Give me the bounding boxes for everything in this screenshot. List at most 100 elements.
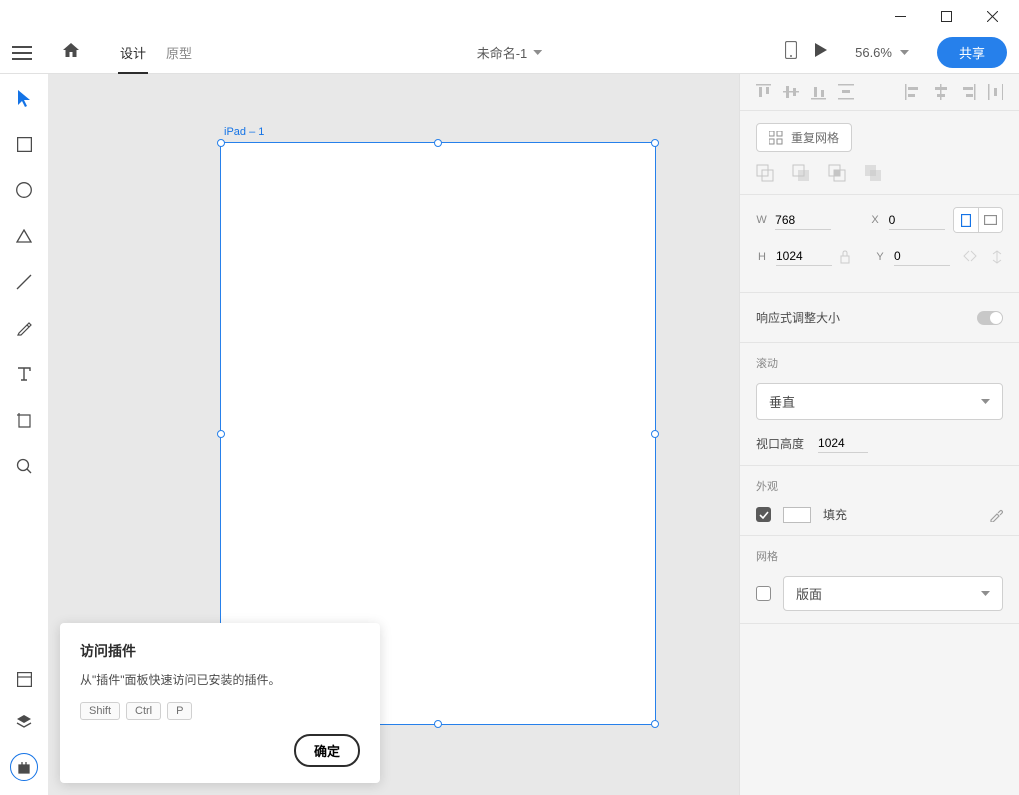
- top-toolbar: 设计 原型 未命名-1 56.6% 共享: [0, 32, 1019, 74]
- tooltip-shortcut: Shift Ctrl P: [80, 702, 360, 720]
- chevron-down-icon: [900, 50, 909, 55]
- fill-label: 填充: [823, 506, 847, 523]
- assets-panel-button[interactable]: [14, 669, 34, 689]
- line-tool[interactable]: [14, 272, 34, 292]
- layers-panel-button[interactable]: [14, 711, 34, 731]
- artboard-tool[interactable]: [14, 410, 34, 430]
- align-vcenter-icon[interactable]: [783, 84, 798, 100]
- window-close-button[interactable]: [969, 0, 1015, 32]
- artboard-label[interactable]: iPad – 1: [224, 126, 264, 138]
- tab-design[interactable]: 设计: [110, 32, 156, 74]
- menu-button[interactable]: [12, 46, 32, 60]
- resize-handle[interactable]: [217, 139, 225, 147]
- grid-checkbox[interactable]: [756, 586, 771, 601]
- resize-handle[interactable]: [434, 720, 442, 728]
- x-input[interactable]: [889, 211, 945, 230]
- plugins-panel-button[interactable]: [10, 753, 38, 781]
- orientation-landscape-button[interactable]: [978, 208, 1002, 232]
- align-bottom-icon[interactable]: [811, 84, 826, 100]
- chevron-down-icon: [981, 399, 990, 404]
- text-tool[interactable]: [14, 364, 34, 384]
- eyedropper-icon[interactable]: [989, 508, 1003, 522]
- device-preview-button[interactable]: [785, 41, 797, 64]
- zoom-value: 56.6%: [855, 45, 892, 60]
- kbd-key: Ctrl: [126, 702, 161, 720]
- orientation-portrait-button[interactable]: [954, 208, 978, 232]
- responsive-toggle[interactable]: [977, 311, 1003, 325]
- height-label: H: [756, 251, 768, 263]
- window-maximize-button[interactable]: [923, 0, 969, 32]
- scroll-select[interactable]: 垂直: [756, 383, 1003, 420]
- appearance-title: 外观: [756, 478, 1003, 494]
- kbd-key: Shift: [80, 702, 120, 720]
- repeat-grid-button[interactable]: 重复网格: [756, 123, 852, 152]
- resize-handle[interactable]: [651, 720, 659, 728]
- y-label: Y: [874, 251, 886, 263]
- grid-select[interactable]: 版面: [783, 576, 1003, 611]
- boolean-add-icon[interactable]: [756, 164, 774, 182]
- ellipse-tool[interactable]: [14, 180, 34, 200]
- kbd-key: P: [167, 702, 192, 720]
- tab-prototype[interactable]: 原型: [156, 32, 202, 74]
- distribute-v-icon[interactable]: [838, 84, 853, 100]
- document-title-dropdown[interactable]: 未命名-1: [477, 43, 543, 62]
- responsive-label: 响应式调整大小: [756, 309, 840, 326]
- document-title-text: 未命名-1: [477, 43, 528, 62]
- home-button[interactable]: [62, 42, 80, 63]
- viewport-height-label: 视口高度: [756, 435, 804, 452]
- height-input[interactable]: [776, 247, 832, 266]
- align-left-icon[interactable]: [905, 84, 920, 100]
- properties-panel: 重复网格 W X H Y: [739, 74, 1019, 795]
- polygon-tool[interactable]: [14, 226, 34, 246]
- zoom-dropdown[interactable]: 56.6%: [845, 41, 919, 64]
- grid-title: 网格: [756, 548, 1003, 564]
- chevron-down-icon: [981, 591, 990, 596]
- resize-handle[interactable]: [217, 430, 225, 438]
- coach-tooltip: 访问插件 从"插件"面板快速访问已安装的插件。 Shift Ctrl P 确定: [60, 623, 380, 783]
- fill-checkbox[interactable]: [756, 507, 771, 522]
- play-button[interactable]: [815, 43, 827, 62]
- scroll-section: 滚动 垂直 视口高度: [740, 343, 1019, 466]
- distribute-h-icon[interactable]: [988, 84, 1003, 100]
- appearance-section: 外观 填充: [740, 466, 1019, 536]
- width-input[interactable]: [775, 211, 831, 230]
- select-tool[interactable]: [14, 88, 34, 108]
- pen-tool[interactable]: [14, 318, 34, 338]
- grid-section: 网格 版面: [740, 536, 1019, 624]
- zoom-tool[interactable]: [14, 456, 34, 476]
- responsive-section: 响应式调整大小: [740, 293, 1019, 343]
- scroll-title: 滚动: [756, 355, 1003, 371]
- align-hcenter-icon[interactable]: [933, 84, 948, 100]
- chevron-down-icon: [533, 50, 542, 55]
- transform-section: W X H Y: [740, 195, 1019, 293]
- share-button[interactable]: 共享: [937, 37, 1007, 68]
- boolean-intersect-icon[interactable]: [828, 164, 846, 182]
- boolean-subtract-icon[interactable]: [792, 164, 810, 182]
- rectangle-tool[interactable]: [14, 134, 34, 154]
- align-right-icon[interactable]: [960, 84, 975, 100]
- align-top-icon[interactable]: [756, 84, 771, 100]
- resize-handle[interactable]: [434, 139, 442, 147]
- tooltip-body: 从"插件"面板快速访问已安装的插件。: [80, 671, 360, 688]
- left-toolbar-bottom: [0, 669, 48, 781]
- x-label: X: [869, 214, 880, 226]
- tooltip-title: 访问插件: [80, 641, 360, 661]
- width-label: W: [756, 214, 767, 226]
- resize-handle[interactable]: [651, 430, 659, 438]
- lock-aspect-icon[interactable]: [840, 250, 850, 264]
- flip-horizontal-icon[interactable]: [963, 250, 977, 262]
- align-section: [740, 74, 1019, 111]
- repeat-grid-section: 重复网格: [740, 111, 1019, 195]
- window-minimize-button[interactable]: [877, 0, 923, 32]
- resize-handle[interactable]: [651, 139, 659, 147]
- repeat-grid-label: 重复网格: [791, 129, 839, 146]
- y-input[interactable]: [894, 247, 950, 266]
- tooltip-ok-button[interactable]: 确定: [294, 734, 360, 767]
- fill-color-swatch[interactable]: [783, 507, 811, 523]
- viewport-height-input[interactable]: [818, 434, 868, 453]
- scroll-value: 垂直: [769, 392, 795, 411]
- window-titlebar: [0, 0, 1019, 32]
- flip-vertical-icon[interactable]: [991, 250, 1003, 264]
- grid-value: 版面: [796, 584, 822, 603]
- boolean-exclude-icon[interactable]: [864, 164, 882, 182]
